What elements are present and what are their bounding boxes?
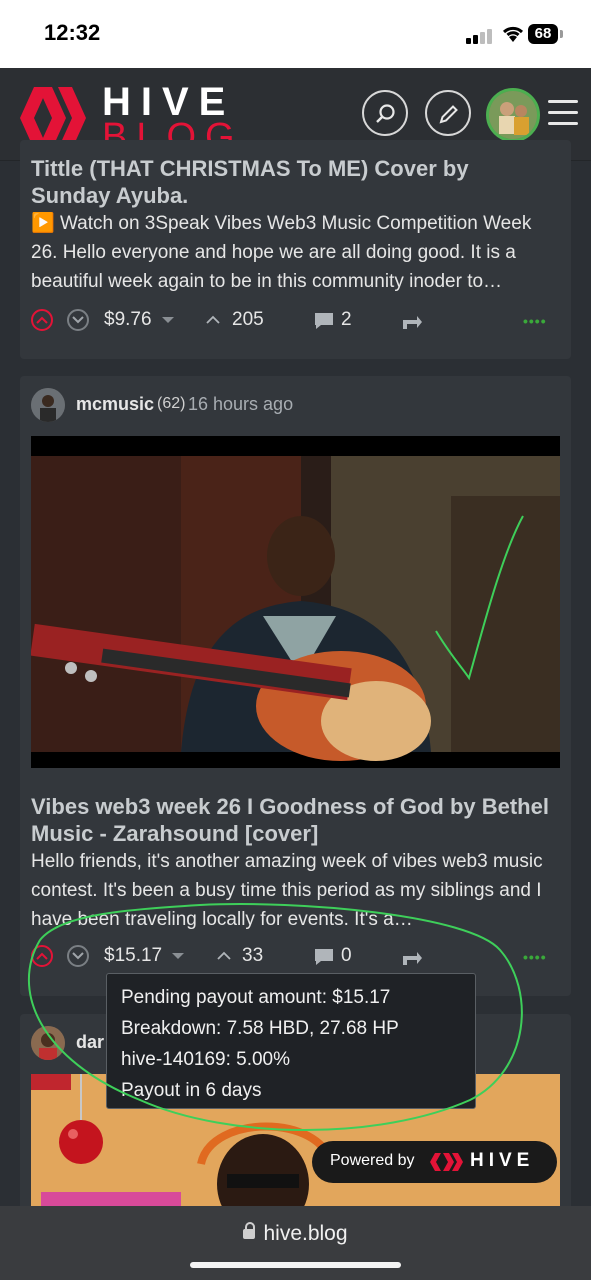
battery-cap	[560, 30, 563, 38]
powered-by-hive-badge[interactable]: Powered by HIVE	[312, 1141, 557, 1183]
post-card: mcmusic (62) 16 hours ago Vibes web3 wee…	[20, 376, 571, 996]
comment-icon[interactable]	[313, 311, 335, 331]
downvote-button[interactable]	[67, 945, 89, 967]
hamburger-menu-icon[interactable]	[548, 100, 578, 126]
battery-indicator: 68	[528, 24, 558, 44]
reblog-icon[interactable]	[401, 949, 423, 967]
compose-button[interactable]	[425, 90, 471, 136]
payout-caret-icon[interactable]	[162, 317, 174, 323]
votes-chevron-icon	[217, 951, 231, 960]
comment-icon[interactable]	[313, 947, 335, 967]
pencil-icon	[439, 105, 458, 124]
more-options-icon[interactable]: ••••	[523, 313, 547, 329]
status-time: 12:32	[44, 20, 101, 45]
author-avatar[interactable]	[31, 388, 65, 422]
lock-icon	[243, 1222, 256, 1239]
url-bar[interactable]: hive.blog	[0, 1222, 591, 1246]
payout-caret-icon[interactable]	[172, 953, 184, 959]
search-icon	[376, 104, 395, 123]
tooltip-breakdown: Breakdown: 7.58 HBD, 27.68 HP	[121, 1018, 399, 1039]
chevron-down-icon	[72, 316, 84, 324]
browser-bottom-bar: hive.blog	[0, 1206, 591, 1280]
author-reputation: (62)	[157, 395, 186, 412]
tooltip-payout-time: Payout in 6 days	[121, 1080, 262, 1101]
comment-count[interactable]: 0	[341, 945, 352, 967]
post-thumbnail[interactable]	[31, 436, 560, 768]
upvote-button[interactable]	[31, 945, 53, 967]
post-title[interactable]: Vibes web3 week 26 I Goodness of God by …	[31, 793, 551, 847]
hive-small-logo-icon	[430, 1153, 463, 1171]
tooltip-pending-payout: Pending payout amount: $15.17	[121, 987, 391, 1008]
post-time[interactable]: 16 hours ago	[188, 394, 293, 415]
powered-by-label: Powered by	[330, 1152, 415, 1169]
search-button[interactable]	[362, 90, 408, 136]
powered-by-brand: HIVE	[470, 1150, 535, 1171]
user-avatar[interactable]	[486, 88, 540, 142]
post-card: Tittle (THAT CHRISTMAS To ME) Cover by S…	[20, 140, 571, 359]
payout-tooltip: Pending payout amount: $15.17 Breakdown:…	[106, 973, 476, 1109]
more-options-icon[interactable]: ••••	[523, 949, 547, 965]
author-name[interactable]: dar	[76, 1032, 104, 1053]
url-text: hive.blog	[263, 1222, 348, 1245]
payout-amount[interactable]: $9.76	[104, 309, 152, 331]
vote-count[interactable]: 33	[242, 945, 263, 967]
payout-amount[interactable]: $15.17	[104, 945, 162, 967]
upvote-button[interactable]	[31, 309, 53, 331]
votes-chevron-icon	[206, 315, 220, 324]
author-name[interactable]: mcmusic	[76, 394, 154, 415]
vote-count[interactable]: 205	[232, 309, 264, 331]
post-summary[interactable]: Hello friends, it's another amazing week…	[31, 847, 561, 934]
author-avatar[interactable]	[31, 1026, 65, 1060]
status-bar: 12:32 68	[0, 0, 591, 68]
chevron-down-icon	[72, 952, 84, 960]
post-actions: $9.76 205 2 ••••	[20, 305, 571, 339]
comment-count[interactable]: 2	[341, 309, 352, 331]
post-title[interactable]: Tittle (THAT CHRISTMAS To ME) Cover by S…	[31, 155, 551, 209]
play-icon: ▶️	[31, 213, 55, 234]
signal-icon	[466, 28, 494, 44]
reblog-icon[interactable]	[401, 313, 423, 331]
wifi-icon	[502, 26, 524, 42]
chevron-up-icon	[36, 316, 48, 324]
downvote-button[interactable]	[67, 309, 89, 331]
author-row: mcmusic (62) 16 hours ago	[31, 388, 561, 422]
chevron-up-icon	[36, 952, 48, 960]
post-actions: $15.17 33 0 ••••	[20, 941, 571, 975]
post-summary[interactable]: ▶️ Watch on 3Speak Vibes Web3 Music Comp…	[31, 209, 561, 296]
home-indicator[interactable]	[190, 1262, 401, 1268]
tooltip-beneficiary: hive-140169: 5.00%	[121, 1049, 291, 1070]
